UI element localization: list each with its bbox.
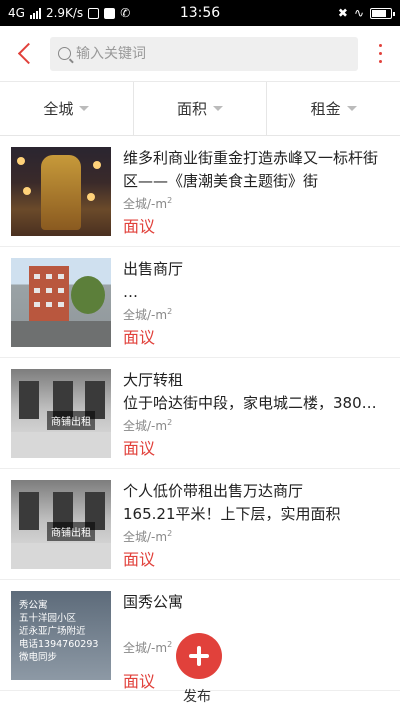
listing-area: 全城/-m2: [123, 640, 173, 655]
caret-down-icon: [79, 106, 90, 111]
search-input[interactable]: [76, 45, 350, 62]
thumbnail-sign: 商铺出租: [47, 411, 95, 430]
listing-price: 面议: [123, 672, 156, 691]
listing-area: 全城/-m2: [123, 529, 173, 544]
publish-button[interactable]: [176, 633, 222, 679]
header: [0, 26, 400, 82]
chevron-left-icon: [17, 42, 39, 65]
plus-icon: [189, 646, 209, 666]
search-icon: [58, 47, 71, 60]
search-box[interactable]: [50, 36, 358, 71]
list-item[interactable]: 商铺出租 大厅转租 位于哈达街中段，家电城二楼，380… 全城/-m2 面议: [0, 358, 400, 469]
network-speed: 2.9K/s: [45, 6, 84, 20]
status-bar: 4G 2.9K/s ✆ 13:56 ✖ ∿: [0, 0, 400, 26]
listing-title: 国秀公寓: [123, 593, 184, 611]
listing-thumbnail: 商铺出租: [11, 369, 111, 458]
list-item[interactable]: 维多利商业街重金打造赤峰又一标杆街区——《唐潮美食主题街》街 全城/-m2 面议: [0, 136, 400, 247]
signal-icon: [29, 7, 41, 19]
listing-list: 维多利商业街重金打造赤峰又一标杆街区——《唐潮美食主题街》街 全城/-m2 面议…: [0, 136, 400, 691]
back-button[interactable]: [10, 39, 40, 69]
mute-icon: ✖: [337, 6, 348, 20]
listing-area: 全城/-m2: [123, 307, 173, 322]
listing-thumbnail: [11, 258, 111, 347]
filter-label: 全城: [43, 100, 74, 118]
listing-price: 面议: [123, 439, 156, 458]
listing-thumbnail: 秀公寓 五十洋园小区 近永亚广场附近 电话1394760293 微电同步: [11, 591, 111, 680]
listing-area: 全城/-m2: [123, 196, 173, 211]
listing-price: 面议: [123, 328, 156, 347]
listing-price: 面议: [123, 217, 156, 236]
filter-label: 面积: [177, 100, 208, 118]
list-item[interactable]: 出售商厅 … 全城/-m2 面议: [0, 247, 400, 358]
screen: 4G 2.9K/s ✆ 13:56 ✖ ∿ 全城 面积 租金: [0, 0, 400, 711]
network-type: 4G: [8, 6, 25, 20]
listing-thumbnail: [11, 147, 111, 236]
filter-bar: 全城 面积 租金: [0, 82, 400, 136]
listing-title: 维多利商业街重金打造赤峰又一标杆街区——《唐潮美食主题街》街: [123, 149, 379, 190]
publish-label[interactable]: 发布: [183, 686, 211, 706]
phone-icon: ✆: [120, 6, 131, 20]
listing-title: 出售商厅 …: [123, 260, 184, 301]
listing-area: 全城/-m2: [123, 418, 173, 433]
filter-city[interactable]: 全城: [0, 82, 134, 135]
listing-price: 面议: [123, 550, 156, 569]
filter-area[interactable]: 面积: [134, 82, 268, 135]
listing-title: 大厅转租 位于哈达街中段，家电城二楼，380…: [123, 371, 377, 412]
list-item[interactable]: 商铺出租 个人低价带租出售万达商厅 165.21平米！上下层，实用面积 全城/-…: [0, 469, 400, 580]
caret-down-icon: [346, 106, 357, 111]
mail-icon: [104, 7, 116, 19]
filter-rent[interactable]: 租金: [267, 82, 400, 135]
thumbnail-sign: 商铺出租: [47, 522, 95, 541]
listing-title: 个人低价带租出售万达商厅 165.21平米！上下层，实用面积: [123, 482, 341, 523]
more-menu-button[interactable]: [370, 44, 390, 63]
battery-icon: [370, 7, 395, 19]
notification-icon: [88, 7, 100, 19]
caret-down-icon: [213, 106, 224, 111]
listing-thumbnail: 商铺出租: [11, 480, 111, 569]
wifi-icon: ∿: [353, 6, 364, 20]
filter-label: 租金: [310, 100, 341, 118]
